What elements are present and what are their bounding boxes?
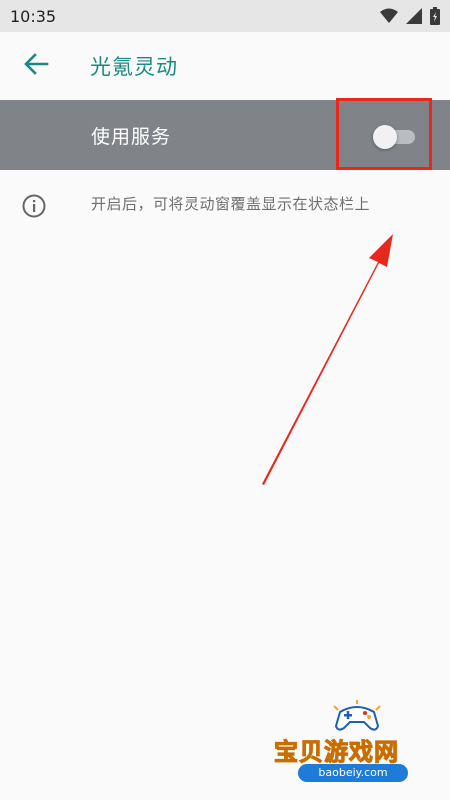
info-row: 开启后，可将灵动窗覆盖显示在状态栏上 xyxy=(0,170,450,240)
annotation-highlight-box xyxy=(336,98,432,170)
info-icon xyxy=(22,194,46,218)
screen: 10:35 光氪灵动 使用服务 开启后，可将灵动窗覆盖显示在状态栏上 宝贝游戏网… xyxy=(0,0,450,800)
watermark-title: 宝贝游戏网 xyxy=(274,738,399,767)
app-bar: 光氪灵动 xyxy=(0,32,450,100)
back-arrow-icon xyxy=(23,52,49,80)
status-bar: 10:35 xyxy=(0,0,450,32)
page-title: 光氪灵动 xyxy=(90,55,178,79)
watermark-url: baobeiy.com xyxy=(298,764,408,782)
back-button[interactable] xyxy=(6,32,66,100)
watermark: 宝贝游戏网 baobeiy.com xyxy=(270,700,440,790)
wifi-icon xyxy=(380,8,398,24)
status-time: 10:35 xyxy=(10,6,57,26)
battery-icon xyxy=(430,7,440,25)
status-icons xyxy=(380,7,440,25)
cellular-icon xyxy=(406,8,422,24)
info-text: 开启后，可将灵动窗覆盖显示在状态栏上 xyxy=(91,195,371,213)
use-service-label: 使用服务 xyxy=(91,126,172,148)
